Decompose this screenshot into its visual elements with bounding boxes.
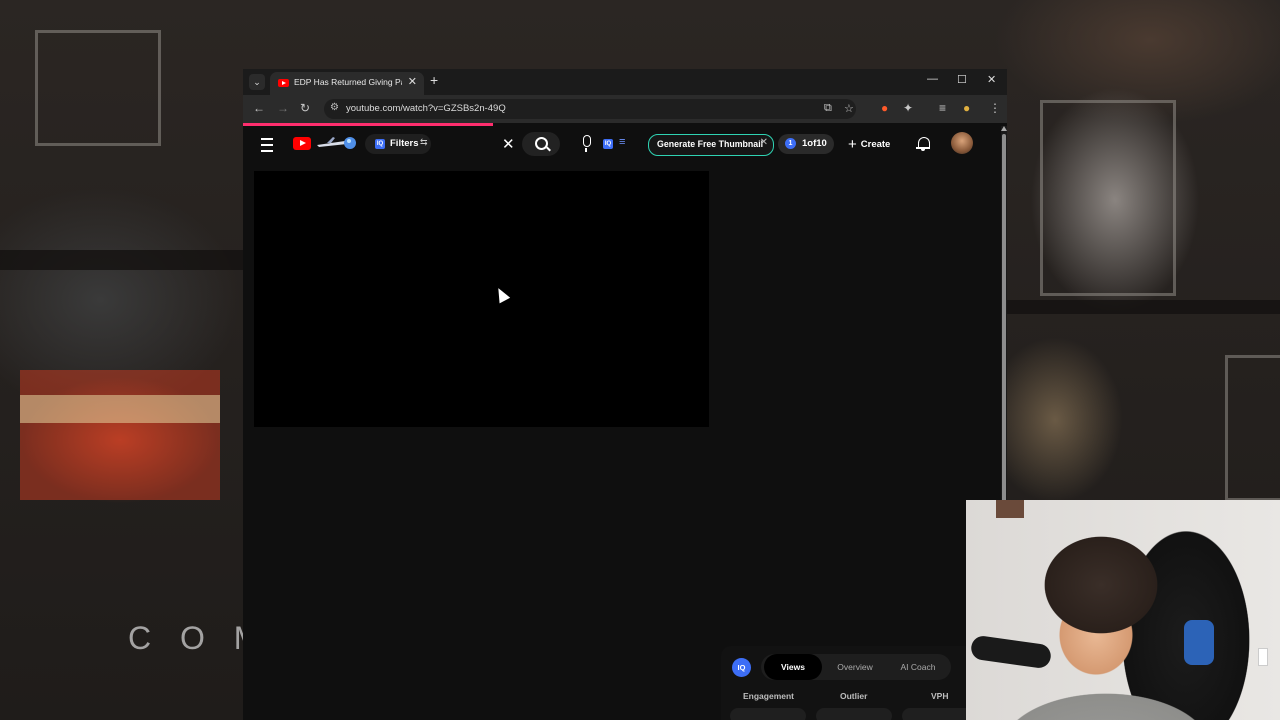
profile-icon[interactable]: ● (963, 101, 970, 115)
iq-icon[interactable]: IQ (603, 139, 613, 149)
iq-tabs: Views Overview AI Coach (761, 654, 951, 680)
wall-frame (35, 30, 161, 146)
close-icon[interactable]: ✕ (760, 137, 768, 148)
wall-frame (1040, 100, 1176, 296)
metric-value-pill (730, 708, 806, 720)
filters-label: Filters (390, 138, 419, 149)
filters-button[interactable]: IQ Filters ⇆ (365, 134, 431, 154)
more-icon[interactable]: ⋮ (989, 101, 1001, 115)
counter-label: 1of10 (802, 138, 827, 149)
youtube-favicon (278, 79, 289, 87)
close-icon[interactable]: ✕ (408, 75, 417, 88)
back-icon[interactable]: ← (253, 101, 265, 115)
maximize-icon[interactable]: ☐ (957, 73, 967, 86)
menu-icon[interactable] (261, 138, 273, 152)
reload-icon[interactable]: ↻ (300, 101, 310, 115)
plus-icon: + (848, 136, 857, 153)
webcam-overlay (966, 500, 1280, 720)
address-bar[interactable]: ⚙ youtube.com/watch?v=GZSBs2n-49Q ⧉ ☆ (324, 99, 856, 119)
generate-label: Generate Free Thumbnail (657, 139, 764, 149)
metric-vph: VPH (931, 691, 949, 701)
tab-title: EDP Has Returned Giving Parents (294, 77, 402, 87)
create-button[interactable]: + Create (848, 136, 890, 153)
bell-icon[interactable] (916, 136, 930, 151)
metric-engagement: Engagement (743, 691, 795, 701)
url-text[interactable]: youtube.com/watch?v=GZSBs2n-49Q (346, 103, 506, 114)
clear-search-icon[interactable]: ✕ (502, 135, 515, 153)
tab-active[interactable]: EDP Has Returned Giving Parents ✕ (270, 72, 424, 95)
list-icon[interactable]: ≡ (619, 136, 625, 148)
browser-toolbar: ← → ↻ ⚙ youtube.com/watch?v=GZSBs2n-49Q … (243, 95, 1007, 123)
close-window-icon[interactable]: ✕ (987, 73, 996, 86)
mic-icon[interactable] (578, 132, 594, 156)
browser-window: ⌄ EDP Has Returned Giving Parents ✕ + — … (243, 69, 1007, 720)
puzzle-icon[interactable]: ✦ (903, 101, 913, 115)
site-info-icon[interactable]: ⚙ (330, 102, 339, 113)
metric-outlier: Outlier (840, 691, 868, 701)
youtube-header: IQ Filters ⇆ ✕ IQ ≡ Generate Free Thumbn… (243, 126, 1001, 166)
video-player[interactable] (254, 171, 709, 427)
poster-stripe (20, 395, 220, 423)
extension-icon[interactable]: ● (881, 101, 888, 115)
install-icon[interactable]: ⧉ (824, 102, 832, 115)
poster (20, 370, 220, 500)
scrollbar-thumb[interactable] (1002, 134, 1006, 504)
generate-thumbnail-button[interactable]: Generate Free Thumbnail ✕ (648, 134, 774, 156)
tab-ai-coach[interactable]: AI Coach (888, 654, 948, 680)
search-icon (535, 137, 548, 150)
forward-icon[interactable]: → (277, 101, 289, 115)
metric-value-pill (902, 708, 967, 720)
sliders-icon: ⇆ (420, 137, 428, 147)
bookmark-star-icon[interactable]: ☆ (844, 102, 854, 115)
metric-value-pill (816, 708, 892, 720)
tab-views[interactable]: Views (764, 654, 822, 680)
tab-search-icon[interactable]: ⌄ (249, 74, 265, 90)
media-icon[interactable]: ≡ (939, 101, 946, 115)
iq-panel: IQ Views Overview AI Coach Engagement Ou… (721, 646, 967, 720)
youtube-logo[interactable] (293, 137, 311, 150)
search-button[interactable] (522, 132, 560, 156)
wall-frame (1225, 355, 1280, 501)
minimize-icon[interactable]: — (927, 73, 938, 85)
shelf (1007, 300, 1280, 314)
gaming-chair (1184, 620, 1214, 665)
counter-badge[interactable]: 1 1of10 (778, 134, 834, 154)
iq-icon: IQ (375, 139, 385, 149)
light-switch (1258, 648, 1268, 666)
doorframe (996, 500, 1024, 518)
counter-number: 1 (785, 138, 796, 149)
tab-bar: ⌄ EDP Has Returned Giving Parents ✕ + — … (243, 69, 1007, 95)
avatar[interactable] (951, 132, 973, 154)
youtube-doodle[interactable] (315, 135, 357, 151)
plus-icon[interactable]: + (430, 72, 438, 88)
microphone (969, 634, 1053, 670)
iq-logo[interactable]: IQ (732, 658, 751, 677)
tab-overview[interactable]: Overview (824, 654, 886, 680)
create-label: Create (860, 139, 891, 150)
scroll-up-icon[interactable] (1001, 126, 1007, 131)
shelf (0, 250, 243, 270)
